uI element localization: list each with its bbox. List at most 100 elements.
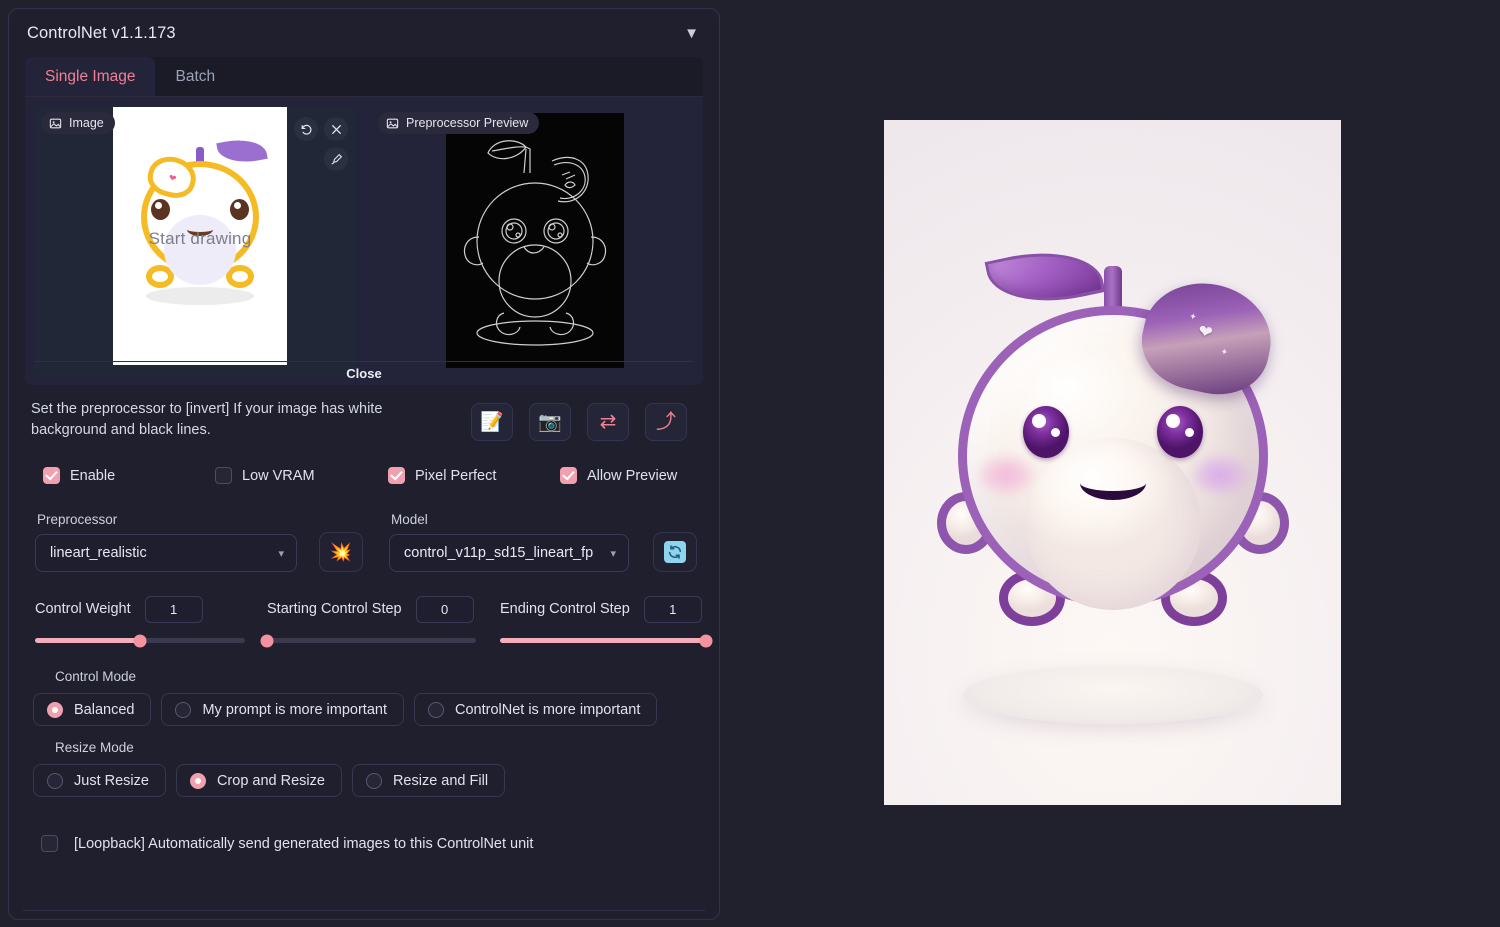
preprocessor-value: lineart_realistic — [50, 545, 147, 562]
swap-arrows-icon: ⇄ — [599, 411, 617, 433]
radio-resize-and-fill[interactable]: Resize and Fill — [351, 764, 506, 798]
radio-just-resize-label: Just Resize — [74, 772, 149, 789]
radio-balanced[interactable]: Balanced — [33, 693, 152, 727]
starting-control-step-input[interactable]: 0 — [415, 595, 474, 623]
panel-divider — [23, 910, 705, 911]
eye-right-shape — [151, 199, 170, 220]
brush-icon[interactable] — [324, 147, 348, 171]
slider-row: Control Weight 1 Starting Control Step 0… — [9, 572, 719, 648]
refresh-icon — [664, 541, 686, 564]
controlnet-panel: ControlNet v1.1.173 ▼ Single Image Batch… — [8, 8, 720, 920]
radio-crop-and-resize-dot[interactable] — [189, 772, 206, 789]
checkbox-low-vram-label: Low VRAM — [242, 467, 315, 484]
slider-starting-control-step: Starting Control Step 0 — [260, 594, 476, 648]
heart-icon: ❤ — [167, 172, 178, 184]
ending-control-step-input[interactable]: 1 — [643, 595, 702, 623]
checkbox-low-vram[interactable]: Low VRAM — [215, 467, 388, 485]
shadow-shape — [146, 287, 254, 305]
preprocessor-select[interactable]: lineart_realistic ▾ — [35, 534, 297, 573]
ending-control-step-track[interactable] — [500, 634, 713, 648]
checkbox-pixel-perfect[interactable]: Pixel Perfect — [388, 467, 560, 485]
slider-ending-control-step: Ending Control Step 1 — [500, 594, 713, 648]
eye-right-shape — [1156, 406, 1203, 458]
close-icon[interactable] — [324, 117, 348, 141]
ground-disc — [962, 666, 1263, 724]
radio-controlnet-important[interactable]: ControlNet is more important — [414, 693, 658, 727]
chevron-down-icon: ▾ — [278, 547, 284, 560]
checkbox-loopback[interactable]: [Loopback] Automatically send generated … — [9, 797, 719, 853]
starting-control-step-track[interactable] — [260, 634, 476, 648]
tab-single-image[interactable]: Single Image — [25, 57, 156, 96]
ending-control-step-label: Ending Control Step — [500, 601, 630, 618]
eye-left-shape — [230, 199, 249, 220]
webcam-button[interactable]: 📷 — [529, 403, 571, 441]
radio-my-prompt-important[interactable]: My prompt is more important — [161, 693, 404, 727]
chevron-down-icon: ▾ — [610, 547, 616, 560]
control-weight-input[interactable]: 1 — [144, 595, 203, 623]
resize-mode-options: Just Resize Crop and Resize Resize and F… — [9, 755, 719, 798]
tab-batch[interactable]: Batch — [155, 57, 235, 96]
model-value: control_v11p_sd15_lineart_fp — [404, 545, 594, 562]
checkbox-loopback-label: [Loopback] Automatically send generated … — [74, 835, 534, 852]
radio-my-prompt-important-dot[interactable] — [175, 701, 192, 718]
panel-header: ControlNet v1.1.173 ▼ — [9, 9, 719, 57]
mouth-shape — [1079, 466, 1146, 500]
image-dropzone[interactable]: Image ❤ Start drawing — [35, 107, 356, 375]
generated-character-image[interactable]: ✦ ❤ ✦ — [884, 120, 1341, 805]
radio-balanced-label: Balanced — [74, 701, 135, 718]
checkbox-pixel-perfect-label: Pixel Perfect — [415, 467, 497, 484]
chevron-down-icon[interactable]: ▼ — [680, 24, 703, 43]
checkbox-enable[interactable]: Enable — [43, 467, 215, 485]
lineart-preview-image — [446, 113, 624, 368]
tab-panel-single-image: Image ❤ Start drawing Preprocessor Previ… — [25, 97, 703, 385]
hint-row: Set the preprocessor to [invert] If your… — [9, 385, 719, 441]
radio-resize-and-fill-dot[interactable] — [365, 772, 382, 789]
lineart-drawing — [463, 140, 607, 346]
preprocessor-hint: Set the preprocessor to [invert] If your… — [31, 401, 383, 439]
checkbox-low-vram-box[interactable] — [215, 467, 232, 485]
control-weight-track[interactable] — [35, 634, 245, 648]
image-badge: Image — [41, 112, 115, 134]
options-checkbox-row: Enable Low VRAM Pixel Perfect Allow Prev… — [9, 441, 719, 485]
radio-controlnet-important-label: ControlNet is more important — [455, 701, 641, 718]
checkbox-allow-preview-label: Allow Preview — [587, 467, 678, 484]
radio-controlnet-important-dot[interactable] — [428, 701, 444, 718]
preview-badge: Preprocessor Preview — [378, 112, 540, 134]
undo-icon[interactable] — [294, 117, 318, 141]
run-preprocessor-button[interactable]: 💥 — [319, 532, 363, 573]
image-action-buttons: 📝 📷 ⇄ ⤴ — [471, 403, 687, 441]
checkbox-allow-preview-box[interactable] — [560, 467, 577, 485]
checkbox-enable-box[interactable] — [43, 467, 60, 485]
checkbox-enable-label: Enable — [70, 467, 116, 484]
radio-just-resize[interactable]: Just Resize — [33, 764, 166, 798]
preprocessor-label: Preprocessor — [37, 512, 118, 528]
preprocessor-field: Preprocessor lineart_realistic ▾ — [35, 512, 297, 573]
eye-left-shape — [1022, 406, 1069, 458]
slider-control-weight: Control Weight 1 — [35, 594, 245, 648]
control-mode-label: Control Mode — [55, 669, 137, 685]
arrow-up-icon: ⤴ — [656, 411, 676, 433]
picture-icon — [386, 118, 399, 128]
checkbox-loopback-box[interactable] — [41, 835, 58, 853]
heart-icon: ❤ — [1195, 321, 1214, 343]
radio-crop-and-resize-label: Crop and Resize — [216, 772, 325, 789]
leaf-shape — [216, 135, 268, 167]
checkbox-allow-preview[interactable]: Allow Preview — [560, 467, 678, 485]
close-button[interactable]: Close — [346, 366, 381, 381]
radio-just-resize-dot[interactable] — [47, 772, 63, 789]
preview-badge-label: Preprocessor Preview — [406, 116, 529, 130]
refresh-models-button[interactable] — [653, 532, 697, 573]
radio-crop-and-resize[interactable]: Crop and Resize — [175, 764, 342, 798]
model-selection-row: Preprocessor lineart_realistic ▾ 💥 Model… — [9, 484, 719, 573]
open-new-canvas-button[interactable]: 📝 — [471, 403, 513, 441]
model-select[interactable]: control_v11p_sd15_lineart_fp ▾ — [389, 534, 629, 573]
blush-right-shape — [1192, 456, 1247, 494]
mirror-webcam-button[interactable]: ⇄ — [587, 403, 629, 441]
preprocessor-preview-box[interactable]: Preprocessor Preview — [372, 107, 693, 375]
checkbox-pixel-perfect-box[interactable] — [388, 467, 405, 485]
radio-balanced-dot[interactable] — [47, 701, 63, 718]
drawing-canvas[interactable]: ❤ Start drawing — [113, 107, 287, 365]
send-dimensions-button[interactable]: ⤴ — [645, 403, 687, 441]
blush-left-shape — [978, 456, 1033, 494]
starting-control-step-label: Starting Control Step — [267, 601, 402, 618]
